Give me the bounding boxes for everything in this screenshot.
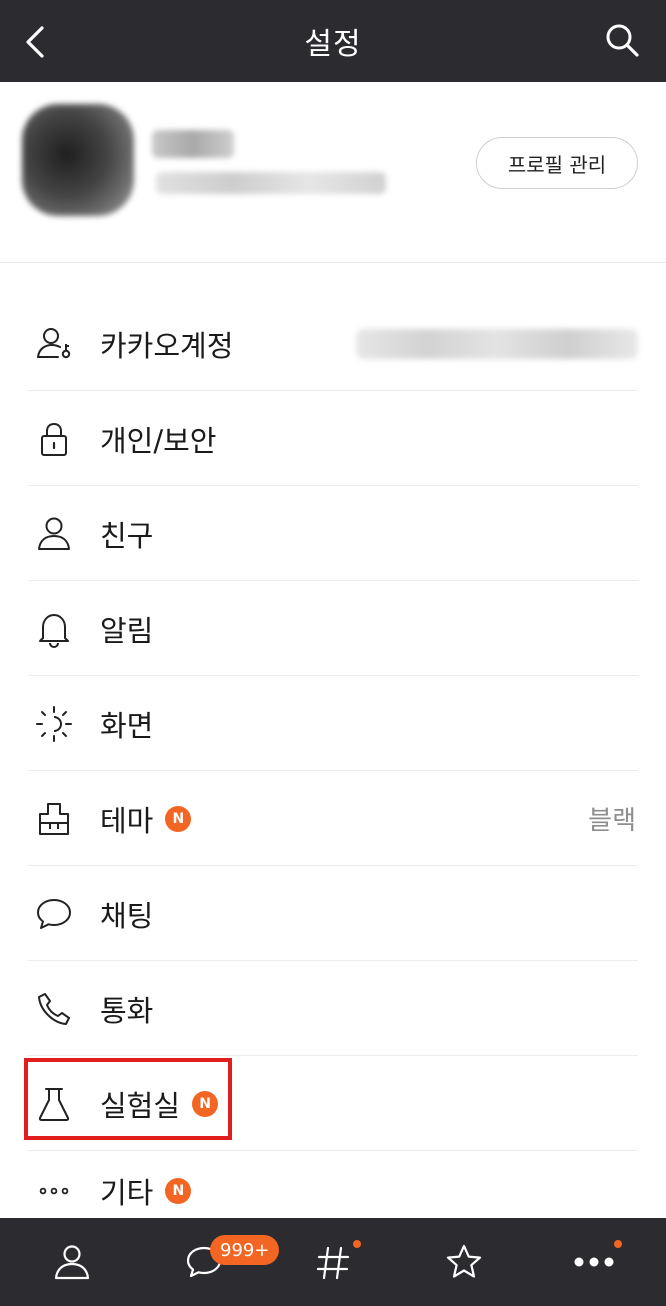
menu-item-privacy-security[interactable]: 개인/보안 [0, 391, 666, 486]
menu-item-label: 개인/보안 [100, 423, 217, 458]
more-dots-icon [39, 1187, 69, 1195]
tab-star[interactable] [397, 1218, 530, 1306]
phone-icon [38, 992, 70, 1025]
tab-hashtag[interactable] [266, 1218, 399, 1306]
more-dots-icon [574, 1257, 613, 1267]
menu-item-call[interactable]: 통화 [0, 961, 666, 1056]
menu-item-label: 채팅 [100, 898, 154, 933]
new-badge: N [165, 805, 192, 832]
lock-icon [41, 422, 67, 456]
person-icon [38, 517, 70, 550]
more-new-dot [614, 1240, 622, 1248]
menu-item-kakao-account[interactable]: 카카오계정 [0, 296, 666, 391]
flask-icon [38, 1087, 70, 1121]
account-email-blurred [356, 328, 638, 359]
page-title: 설정 [304, 27, 362, 62]
menu-item-label: 테마 N [100, 798, 192, 840]
menu-item-label: 화면 [100, 708, 154, 743]
profile-name-blurred [152, 130, 234, 158]
menu-item-friends[interactable]: 친구 [0, 486, 666, 581]
person-icon [54, 1245, 89, 1280]
profile-section[interactable]: 프로필 관리 [0, 82, 666, 263]
menu-item-label: 카카오계정 [100, 328, 234, 363]
menu-item-label: 기타 N [100, 1170, 192, 1212]
menu-item-notifications[interactable]: 알림 [0, 581, 666, 676]
menu-item-label: 알림 [100, 613, 154, 648]
menu-item-display[interactable]: 화면 [0, 676, 666, 771]
tab-friends[interactable] [5, 1218, 138, 1306]
header-bar: 설정 [0, 0, 666, 82]
hashtag-icon [316, 1246, 349, 1280]
new-badge: N [165, 1178, 192, 1204]
menu-item-lab[interactable]: 실험실 N [0, 1056, 666, 1151]
menu-item-chatting[interactable]: 채팅 [0, 866, 666, 961]
search-icon[interactable] [600, 18, 646, 64]
brightness-icon [36, 705, 72, 742]
menu-item-theme[interactable]: 테마 N 블랙 [0, 771, 666, 866]
tab-more[interactable] [527, 1218, 660, 1306]
profile-status-blurred [156, 172, 386, 194]
theme-value: 블랙 [588, 806, 636, 836]
bottom-tab-bar [0, 1218, 666, 1306]
star-icon [446, 1244, 481, 1278]
chevron-left-icon[interactable] [18, 20, 58, 64]
menu-item-label: 친구 [100, 518, 154, 553]
theme-brush-icon [39, 802, 69, 835]
unread-count-badge: 999+ [210, 1235, 280, 1265]
settings-list: 카카오계정 개인/보안 친구 알림 화면 테마 N 블랙 채팅 통화 실험실 N… [0, 296, 666, 1231]
menu-item-label-text: 테마 [100, 803, 154, 838]
chat-bubble-icon [37, 898, 71, 929]
account-key-icon [37, 327, 71, 358]
menu-item-label-text: 기타 [100, 1176, 154, 1210]
menu-item-label: 통화 [100, 993, 154, 1028]
avatar[interactable] [22, 104, 134, 216]
bell-icon [39, 613, 69, 648]
menu-item-label-text: 실험실 [100, 1088, 181, 1123]
menu-item-label: 실험실 N [100, 1083, 219, 1125]
hashtag-new-dot [353, 1240, 361, 1248]
profile-manage-button[interactable]: 프로필 관리 [476, 137, 638, 189]
new-badge: N [192, 1090, 219, 1117]
